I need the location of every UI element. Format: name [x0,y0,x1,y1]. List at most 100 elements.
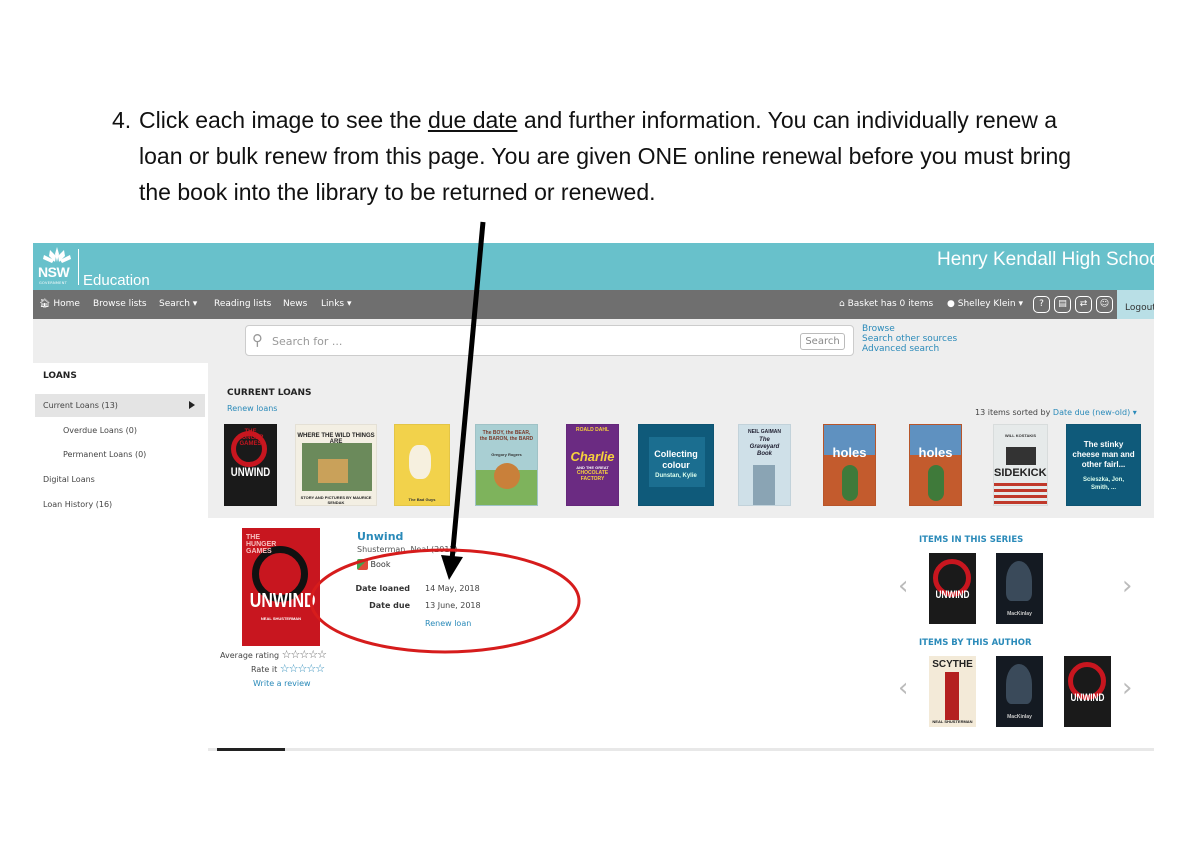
book-cover-charlie-chocolate-factory[interactable]: ROALD DAHL Charlie AND THE GREAT CHOCOLA… [566,424,619,506]
search-box: ⚲ Search for ... Search [245,325,854,356]
logout-button[interactable]: Logout [1117,290,1154,319]
author-book-scythe[interactable]: SCYTHE NEAL SHUSTERMAN [929,656,976,727]
help-icon[interactable]: ? [1033,296,1050,313]
chevron-left-icon[interactable]: ‹ [898,673,908,703]
book-cover-holes[interactable]: holes [823,424,876,506]
chevron-down-icon: ▾ [192,299,198,309]
cover-art [1006,447,1036,465]
nsw-logo[interactable]: NSW GOVERNMENT [36,246,78,287]
loan-detail-panel: THE HUNGER GAMES UNWIND NEAL SHUSTERMAN Un… [208,518,1154,748]
search-button[interactable]: Search [800,333,845,350]
arrow-right-icon [189,401,195,409]
book-cover-unwind[interactable]: THE HUNGER GAMES UNWIND [224,424,277,506]
nsw-text: NSW [38,264,70,280]
nav-news[interactable]: News [283,299,307,309]
search-links: Browse Search other sources Advanced sea… [862,324,957,354]
basket-icon: ⌂ [839,299,845,309]
search-input[interactable]: Search for ... [272,335,342,348]
instruction-line-2: loan or bulk renew from this page. You a… [139,143,1072,169]
renew-loans-link[interactable]: Renew loans [227,404,277,413]
instruction-line-1b: and further information. You can individ… [517,107,1058,133]
user-menu[interactable]: ● Shelley Klein ▾ [947,299,1023,309]
sidebar-item-overdue-loans[interactable]: Overdue Loans (0) [63,426,137,435]
book-type-icon [357,559,368,570]
chevron-right-icon[interactable]: › [1122,673,1132,703]
chevron-down-icon: ▾ [1018,299,1023,309]
nav-home[interactable]: 🏠︎ Home [39,299,80,309]
home-icon: 🏠︎ [39,299,51,309]
renew-loan-link[interactable]: Renew loan [425,619,471,628]
sidebar-heading: LOANS [43,371,77,381]
sidebar-item-digital-loans[interactable]: Digital Loans [43,475,95,484]
sidebar-item-loan-history[interactable]: Loan History (16) [43,500,112,509]
logo-divider [78,249,79,285]
bottom-tab-indicator [217,748,285,751]
sidebar-item-current-loans[interactable]: Current Loans (13) [43,401,118,410]
sidebar-item-permanent-loans[interactable]: Permanent Loans (0) [63,450,146,459]
sort-dropdown[interactable]: Date due (new-old) ▾ [1053,408,1137,417]
browse-link[interactable]: Browse [862,324,957,334]
average-rating: Average rating ☆☆☆☆☆ [220,648,327,661]
detail-title-link[interactable]: Unwind [357,530,403,543]
cover-art [409,445,431,479]
star-rating-icons: ☆☆☆☆☆ [281,648,327,661]
search-icon: ⚲ [252,331,263,349]
library-screenshot: NSW GOVERNMENT Education Henry Kendall H… [33,243,1154,753]
chevron-left-icon[interactable]: ‹ [898,571,908,601]
book-cover-collecting-colour[interactable]: Collecting colour Dunstan, Kylie [638,424,714,506]
date-loaned-label: Date loaned [355,584,410,593]
page: 4. Click each image to see the due date … [0,0,1200,849]
current-loans-title: CURRENT LOANS [227,388,312,398]
book-cover-stinky-cheese-man[interactable]: The stinky cheese man and other fairl...… [1066,424,1141,506]
nav-browse-lists[interactable]: Browse lists [93,299,147,309]
waratah-icon [43,247,71,263]
date-loaned-value: 14 May, 2018 [425,584,480,593]
series-book-hooded[interactable]: MacKinlay [996,553,1043,624]
loans-sidebar: LOANS Current Loans (13) Overdue Loans (… [33,363,208,753]
rate-stars-input[interactable]: ☆☆☆☆☆ [280,662,325,675]
instruction-line-3: the book into the library to be returned… [139,179,656,205]
detail-author: Shusterman, Neal (2012) [357,545,458,554]
accessibility-icon[interactable]: ☺ [1096,296,1113,313]
date-due-label: Date due [369,601,410,610]
book-cover-bad-guys[interactable]: The Bad Guys [394,424,450,506]
search-row: ⚲ Search for ... Search Browse Search ot… [33,319,1154,363]
rate-it: Rate it ☆☆☆☆☆ [251,662,325,675]
book-cover-sidekicks[interactable]: WILL KOSTAKIS SIDEKICKS [993,424,1048,506]
book-cover-graveyard-book[interactable]: NEIL GAIMAN The Graveyard Book [738,424,791,506]
transfer-icon[interactable]: ⇄ [1075,296,1092,313]
instruction-line-1a: Click each image to see the [139,107,422,133]
education-brand: Education [83,272,150,289]
nav-bar: 🏠︎ Home Browse lists Search ▾ Reading li… [33,290,1154,319]
detail-type: Book [357,559,390,570]
lizard-art [842,465,858,501]
book-cover-where-the-wild-things-are[interactable]: WHERE THE WILD THINGS ARE STORY AND PICT… [295,424,377,506]
write-review-link[interactable]: Write a review [253,679,311,688]
author-book-unwind[interactable]: UNWIND [1064,656,1111,727]
author-heading: ITEMS BY THIS AUTHOR [919,638,1032,648]
chevron-down-icon: ▾ [347,299,352,309]
user-icon: ● [947,299,955,309]
date-due-value: 13 June, 2018 [425,601,481,610]
book-cover-holes[interactable]: holes [909,424,962,506]
advanced-search-link[interactable]: Advanced search [862,344,957,354]
notes-icon[interactable]: ▤ [1054,296,1071,313]
header-banner: NSW GOVERNMENT Education Henry Kendall H… [33,243,1154,290]
author-book-hooded[interactable]: MacKinlay [996,656,1043,727]
nav-links[interactable]: Links ▾ [321,299,352,309]
bottom-divider [208,748,1154,751]
chevron-right-icon[interactable]: › [1122,571,1132,601]
nav-search[interactable]: Search ▾ [159,299,197,309]
series-book-unwind[interactable]: UNWIND [929,553,976,624]
current-loans-panel: CURRENT LOANS Renew loans 13 items sorte… [208,363,1154,518]
basket-link[interactable]: ⌂ Basket has 0 items [839,299,933,309]
due-date-underlined: due date [427,107,518,133]
search-other-sources-link[interactable]: Search other sources [862,334,957,344]
lizard-art [928,465,944,501]
instruction-text: 4. Click each image to see the due date … [112,102,1112,210]
detail-cover-unwind[interactable]: THE HUNGER GAMES UNWIND NEAL SHUSTERMAN [242,528,320,646]
book-cover-the-boy-the-bear[interactable]: The BOY, the BEAR, the BARON, the BARD G… [475,424,538,506]
series-heading: ITEMS IN THIS SERIES [919,535,1024,545]
government-text: GOVERNMENT [39,281,68,285]
nav-reading-lists[interactable]: Reading lists [214,299,271,309]
